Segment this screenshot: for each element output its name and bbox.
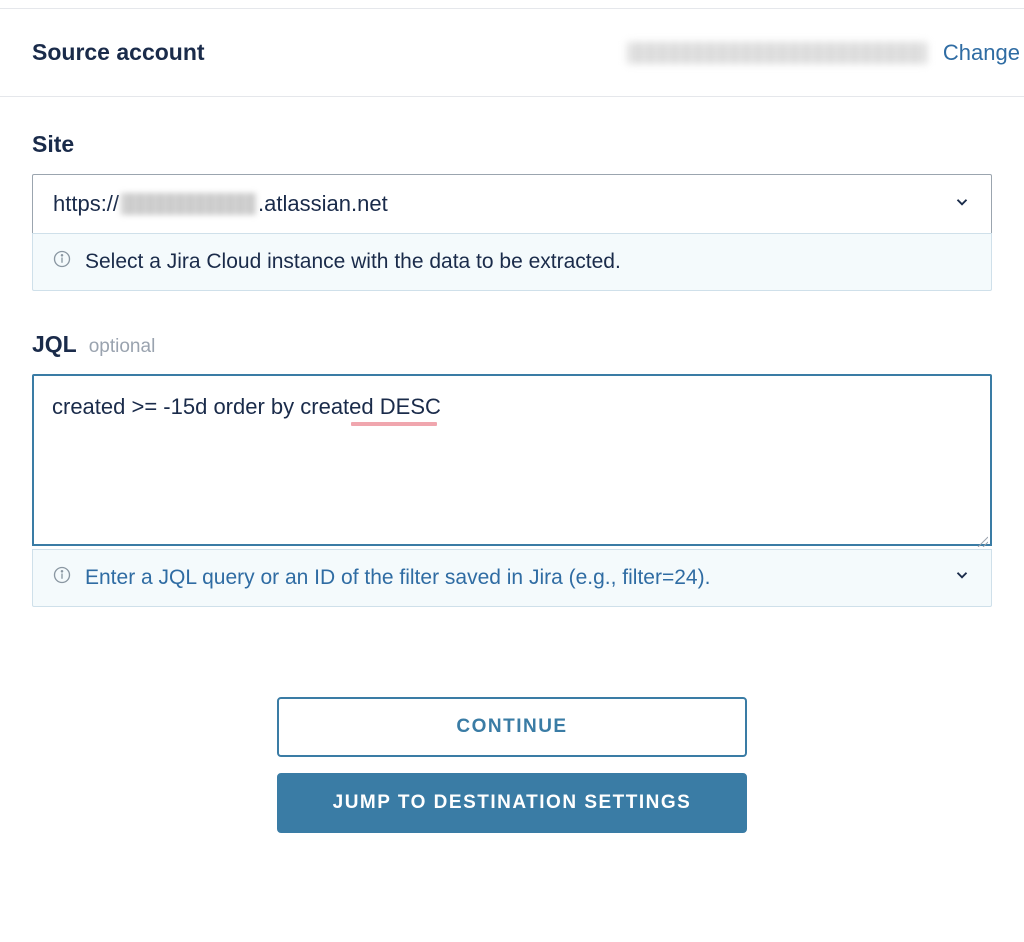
site-label: Site	[32, 131, 74, 158]
info-icon	[53, 250, 71, 274]
change-account-link[interactable]: Change	[943, 40, 1024, 66]
jql-textarea-wrap	[32, 374, 992, 551]
button-area: Continue Jump to Destination Settings	[32, 697, 992, 833]
site-info-text: Select a Jira Cloud instance with the da…	[85, 250, 621, 274]
site-prefix: https://	[53, 191, 119, 217]
header-right-group: Change	[627, 40, 1024, 66]
account-email-redacted	[627, 42, 927, 64]
site-label-row: Site	[32, 131, 992, 158]
jql-textarea[interactable]	[32, 374, 992, 546]
info-icon	[53, 566, 71, 590]
form-content: Site https:// .atlassian.net Select a Ji…	[0, 97, 1024, 833]
spellcheck-underline	[351, 422, 437, 426]
chevron-down-icon	[953, 191, 971, 217]
source-account-title: Source account	[32, 39, 205, 66]
chevron-down-icon	[953, 566, 971, 590]
jql-label: JQL	[32, 331, 77, 358]
site-info-box: Select a Jira Cloud instance with the da…	[32, 233, 992, 291]
jql-info-box[interactable]: Enter a JQL query or an ID of the filter…	[32, 549, 992, 607]
site-select[interactable]: https:// .atlassian.net	[32, 174, 992, 234]
jql-info-text: Enter a JQL query or an ID of the filter…	[85, 566, 710, 590]
jql-section: JQL optional Enter a JQL query or	[32, 331, 992, 607]
continue-button[interactable]: Continue	[277, 697, 747, 757]
site-suffix: .atlassian.net	[258, 191, 388, 217]
site-subdomain-redacted	[121, 193, 256, 215]
jql-optional-label: optional	[89, 336, 156, 358]
site-value: https:// .atlassian.net	[53, 191, 388, 217]
jql-label-row: JQL optional	[32, 331, 992, 358]
source-account-header: Source account Change	[0, 9, 1024, 97]
jump-destination-button[interactable]: Jump to Destination Settings	[277, 773, 747, 833]
